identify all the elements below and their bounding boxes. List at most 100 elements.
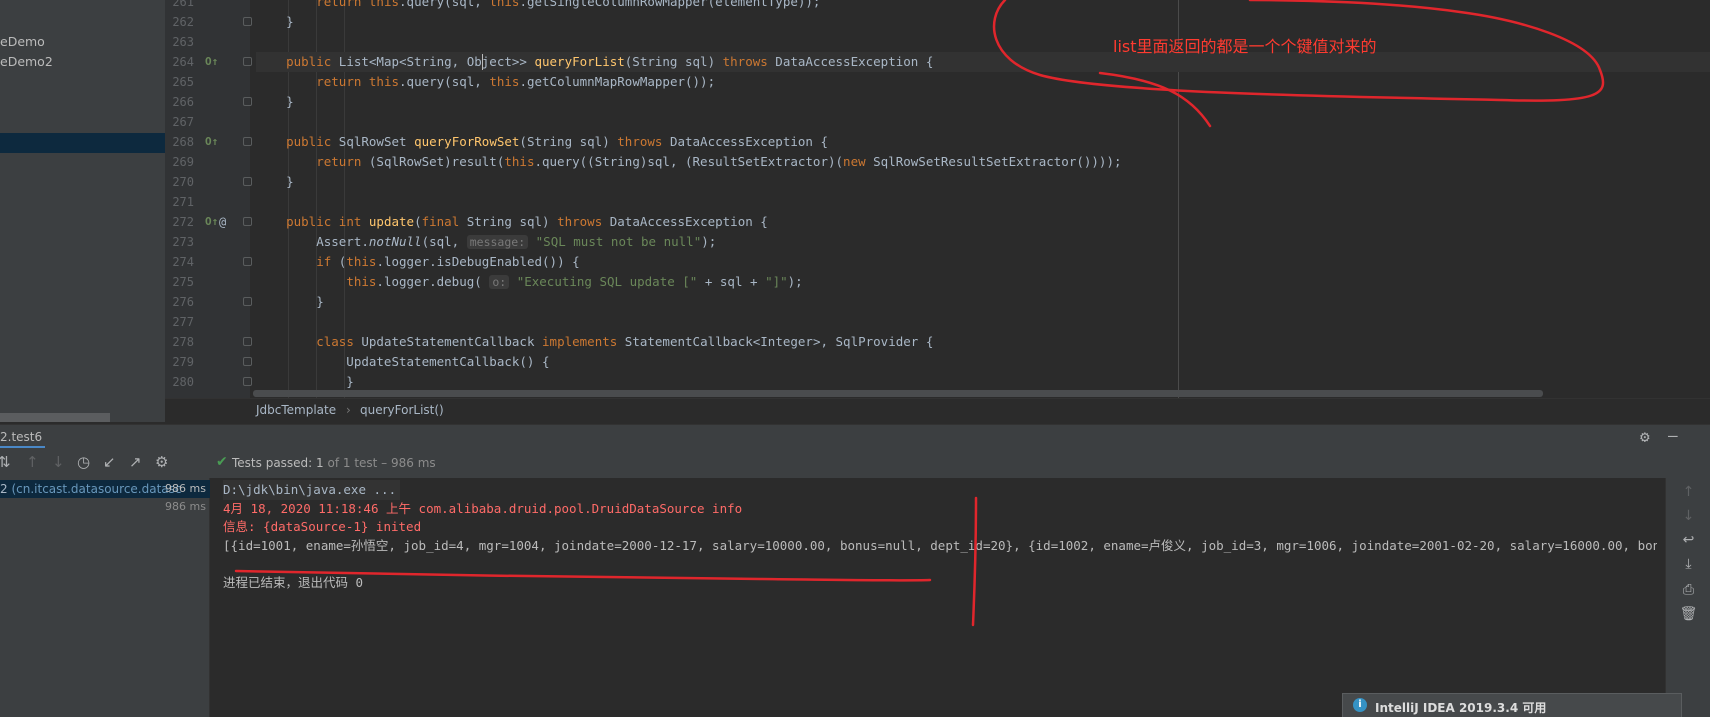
gear-icon[interactable]: ⚙ [1640,427,1650,446]
gutter-line[interactable]: 266 [165,92,252,112]
breadcrumb-class[interactable]: JdbcTemplate [256,403,336,417]
test-toolbar: ⇅ ↑ ↓ ◷ ↙ ↗ ⚙ [0,448,210,478]
line-number: 263 [172,35,194,49]
code-line[interactable]: } [256,12,1710,32]
minimize-icon[interactable]: — [1668,426,1678,445]
gutter-line[interactable]: 267 [165,112,250,132]
code-line[interactable]: } [256,372,1710,392]
arrow-up-icon[interactable]: ↑ [26,453,39,471]
gutter-line[interactable]: 272 O↑ @ [165,212,252,232]
breadcrumb-separator: › [346,403,351,417]
code-line[interactable] [256,112,1710,132]
gutter-line[interactable]: 278 [165,332,252,352]
project-panel: eDemo eDemo2 [0,0,165,422]
code-editor[interactable]: 261 262 263 264 O↑ 265 266 267 268 O↑ 269 270 271 272… [165,0,1710,398]
code-line[interactable]: UpdateStatementCallback() { [256,352,1710,372]
test-tree-row[interactable]: 2 (cn.itcast.datasource.datasc 986 ms [0,480,210,498]
gutter-line[interactable]: 268 O↑ [165,132,252,152]
export-icon[interactable]: ↗ [129,453,142,471]
line-number: 261 [172,0,194,9]
line-number: 276 [172,295,194,309]
soft-wrap-icon[interactable]: ↩ [1666,532,1710,548]
console-line: 4月 18, 2020 11:18:46 上午 com.alibaba.drui… [223,500,743,516]
line-number: 265 [172,75,194,89]
check-icon: ✔ [216,454,228,470]
down-arrow-icon[interactable]: ↓ [1666,508,1710,524]
code-line[interactable]: Assert.notNull(sql, message: "SQL must n… [256,232,1710,252]
text-caret [482,54,483,70]
line-number: 277 [172,315,194,329]
code-line[interactable]: } [256,92,1710,112]
gutter-line[interactable]: 276 [165,292,252,312]
code-line[interactable]: } [256,172,1710,192]
code-line[interactable]: return this.query(sql, this.getSingleCol… [256,0,1710,12]
breadcrumb: JdbcTemplate › queryForList() [165,398,1710,422]
sort-icon[interactable]: ⇅ [0,453,11,471]
arrow-down-icon[interactable]: ↓ [52,453,65,471]
code-line[interactable]: } [256,292,1710,312]
console-output[interactable]: D:\jdk\bin\java.exe ... 4月 18, 2020 11:18… [211,478,1665,717]
gutter-line[interactable]: 269 [165,152,250,172]
project-scrollbar[interactable] [0,413,110,422]
code-line[interactable] [256,192,1710,212]
gutter-line[interactable]: 274 [165,252,252,272]
gutter-line[interactable]: 263 [165,32,250,52]
code-area[interactable]: return this.query(sql, this.getSingleCol… [250,0,1710,398]
print-icon[interactable]: ⎙ [1666,582,1710,598]
code-line[interactable]: public int update(final String sql) thro… [256,212,1710,232]
gutter-line[interactable]: 270 [165,172,252,192]
code-line[interactable]: this.logger.debug( o: "Executing SQL upd… [256,272,1710,292]
annotation-icon[interactable]: @ [219,212,226,232]
code-line[interactable]: return this.query(sql, this.getColumnMap… [256,72,1710,92]
test-duration: 986 ms [165,500,206,513]
line-number: 262 [172,15,194,29]
code-line[interactable]: return (SqlRowSet)result(this.query((Str… [256,152,1710,172]
run-tab[interactable]: 2.test6 [0,425,45,449]
code-line[interactable] [256,312,1710,332]
line-number: 268 [172,135,194,149]
history-icon[interactable]: ◷ [77,453,90,471]
gutter-line[interactable]: 280 [165,372,252,392]
gutter-line[interactable]: 264 O↑ [165,52,252,72]
project-selected-row[interactable] [0,133,165,153]
annotation-text: list里面返回的都是一个个键值对来的 [1113,37,1377,56]
line-number: 273 [172,235,194,249]
up-arrow-icon[interactable]: ↑ [1666,484,1710,500]
console-scrollbar[interactable] [1657,478,1665,717]
gutter-line[interactable]: 262 [165,12,252,32]
gutter-line[interactable]: 277 [165,312,250,332]
line-number: 274 [172,255,194,269]
gutter-line[interactable]: 261 [165,0,250,12]
gutter-line[interactable]: 265 [165,72,250,92]
code-line[interactable]: class UpdateStatementCallback implements… [256,332,1710,352]
trash-icon[interactable]: 🗑 [1666,606,1710,622]
gutter-line[interactable]: 279 [165,352,252,372]
code-line[interactable]: if (this.logger.isDebugEnabled()) { [256,252,1710,272]
console-line: [{id=1001, ename=孙悟空, job_id=4, mgr=1004… [223,537,1665,553]
gutter-line[interactable]: 271 [165,192,250,212]
run-tool-window-header: 2.test6 ⚙ — [0,424,1710,449]
project-item[interactable]: eDemo2 [0,52,53,72]
project-item[interactable]: eDemo [0,32,45,52]
line-number: 270 [172,175,194,189]
line-number: 275 [172,275,194,289]
console-line: 进程已结束，退出代码 0 [223,574,364,590]
settings-icon[interactable]: ⚙ [155,453,168,471]
editor-horizontal-scrollbar[interactable] [253,390,1543,397]
override-icon[interactable]: O↑ [205,212,218,232]
override-icon[interactable]: O↑ [205,52,218,72]
line-number: 279 [172,355,194,369]
code-line[interactable]: public SqlRowSet queryForRowSet(String s… [256,132,1710,152]
gutter-line[interactable]: 273 [165,232,250,252]
gutter-line[interactable]: 275 [165,272,250,292]
line-number: 278 [172,335,194,349]
code-line[interactable] [256,32,1710,52]
scroll-to-end-icon[interactable]: ⤓ [1666,556,1710,572]
test-tree-row[interactable]: 986 ms [0,498,210,516]
override-icon[interactable]: O↑ [205,132,218,152]
import-icon[interactable]: ↙ [103,453,116,471]
code-line[interactable]: public List<Map<String, Object>> queryFo… [256,52,1710,72]
update-notification[interactable]: i IntelliJ IDEA 2019.3.4 可用 [1342,693,1682,717]
breadcrumb-method[interactable]: queryForList() [360,403,444,417]
line-number: 272 [172,215,194,229]
